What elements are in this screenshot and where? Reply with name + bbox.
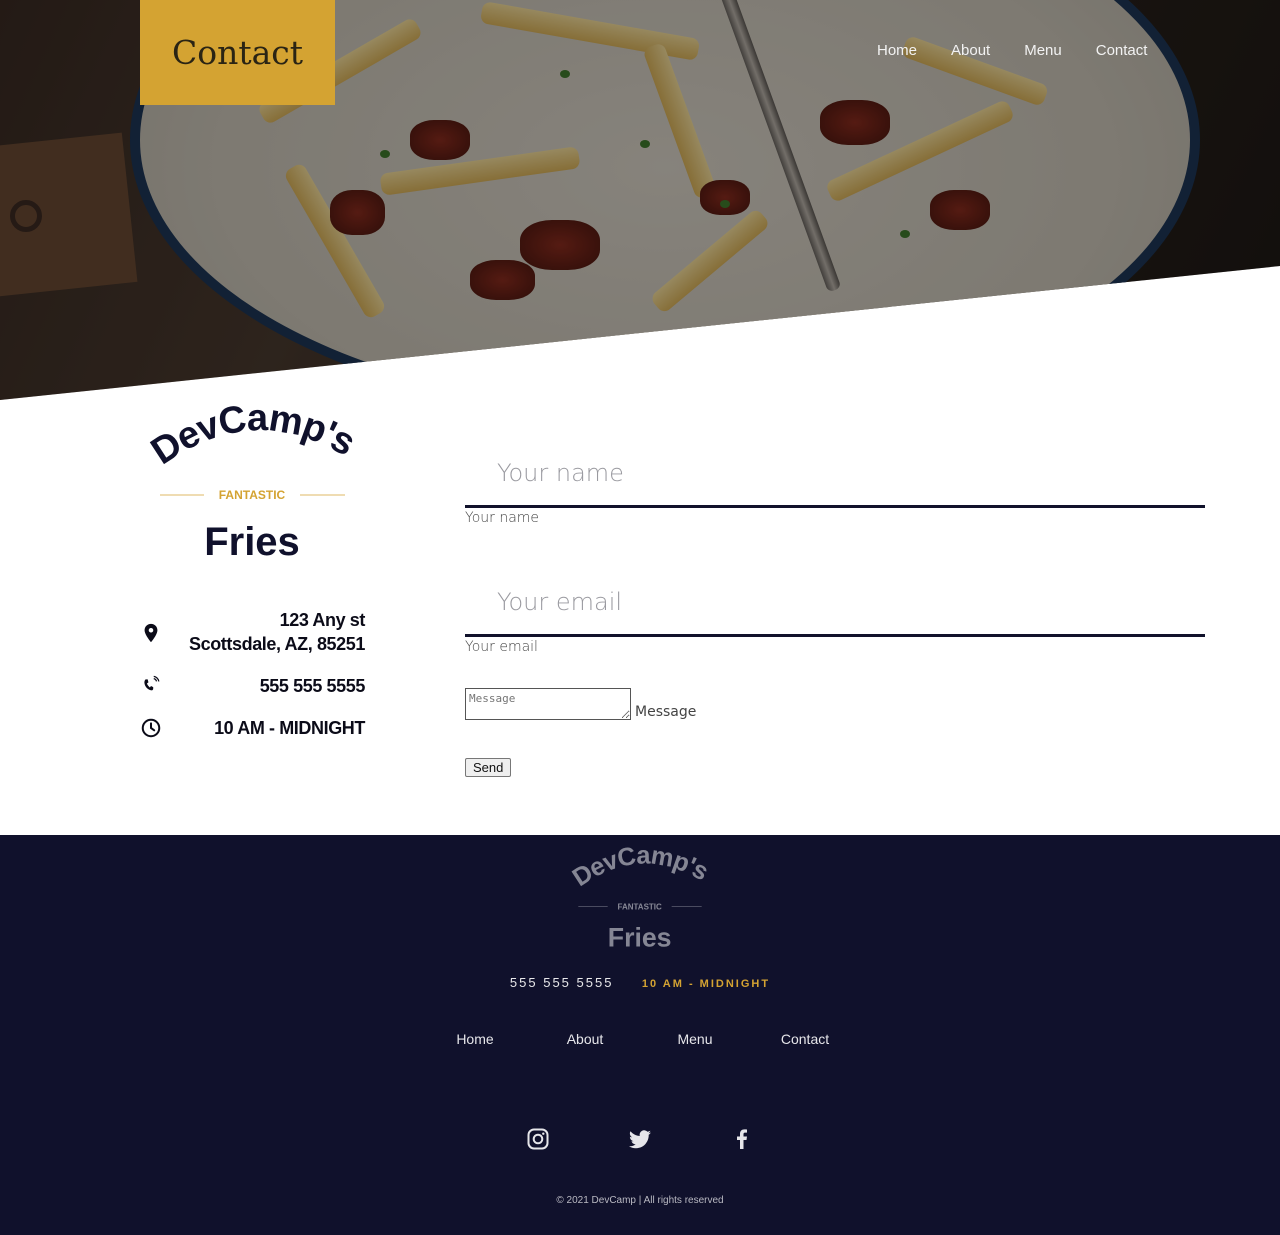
brand-logo: DevCamp's FANTASTIC Fries — [144, 400, 362, 564]
footer-nav-home[interactable]: Home — [420, 1031, 530, 1047]
hours-row: 10 AM - MIDNIGHT — [140, 716, 365, 740]
name-field-group: Your name — [465, 440, 1205, 526]
svg-text:DevCamp's: DevCamp's — [568, 841, 713, 892]
footer-contact: 555 555 5555 10 AM - MIDNIGHT — [0, 974, 1280, 992]
footer-logo: DevCamp's FANTASTIC Fries — [568, 841, 714, 953]
send-button[interactable]: Send — [465, 758, 512, 777]
svg-text:DevCamp's: DevCamp's — [144, 400, 361, 473]
footer-logo-name-top: DevCamp's — [568, 841, 714, 892]
copyright: © 2021 DevCamp | All rights reserved — [556, 1195, 724, 1206]
nav-about[interactable]: About — [934, 42, 1007, 59]
email-label: Your email — [465, 639, 538, 655]
nav-menu[interactable]: Menu — [1007, 42, 1079, 59]
footer-logo-name-bottom: Fries — [608, 923, 672, 953]
instagram-icon — [527, 1128, 549, 1150]
address-line1: 123 Any st — [279, 610, 366, 630]
footer-hours: 10 AM - MIDNIGHT — [641, 978, 771, 990]
message-field-group: Message — [465, 688, 696, 720]
contact-info: 123 Any st Scottsdale, AZ, 85251 555 555… — [140, 608, 365, 758]
clock-icon — [141, 718, 161, 738]
email-input[interactable] — [465, 569, 1205, 637]
footer-logo-tagline: FANTASTIC — [618, 902, 663, 911]
social-links — [0, 1127, 1280, 1151]
top-nav: Home About Menu Contact — [860, 42, 1164, 59]
instagram-link[interactable] — [526, 1127, 550, 1151]
footer-nav-about[interactable]: About — [530, 1031, 640, 1047]
message-label: Message — [635, 704, 697, 720]
map-pin-icon — [144, 623, 158, 643]
facebook-link[interactable] — [730, 1127, 754, 1151]
address-line2: Scottsdale, AZ, 85251 — [188, 634, 365, 654]
phone-row: 555 555 5555 — [140, 674, 365, 698]
footer-nav-menu[interactable]: Menu — [640, 1031, 750, 1047]
twitter-link[interactable] — [628, 1127, 652, 1151]
phone-icon — [144, 675, 160, 691]
page-title-badge: Contact — [140, 0, 335, 105]
footer: DevCamp's FANTASTIC Fries 555 555 5555 1… — [0, 835, 1280, 1235]
contact-form: Your name Your email Message Send — [465, 440, 1205, 777]
footer-nav-contact[interactable]: Contact — [750, 1031, 860, 1047]
address-row: 123 Any st Scottsdale, AZ, 85251 — [140, 608, 365, 656]
address-text: 123 Any st Scottsdale, AZ, 85251 — [189, 608, 365, 656]
email-field-group: Your email — [465, 569, 1205, 655]
logo-tagline: FANTASTIC — [219, 488, 286, 502]
name-input[interactable] — [465, 440, 1205, 508]
phone-text: 555 555 5555 — [259, 676, 366, 696]
nav-home[interactable]: Home — [860, 42, 934, 59]
logo-name-bottom: Fries — [204, 520, 300, 564]
twitter-icon — [629, 1130, 651, 1149]
message-textarea[interactable] — [465, 688, 631, 720]
name-label: Your name — [465, 510, 540, 526]
footer-nav: Home About Menu Contact — [0, 1031, 1280, 1047]
page-title: Contact — [171, 33, 304, 72]
nav-contact[interactable]: Contact — [1079, 42, 1165, 59]
facebook-icon — [737, 1129, 747, 1149]
logo-name-top: DevCamp's — [144, 400, 362, 473]
footer-phone: 555 555 5555 — [509, 975, 614, 990]
hours-text: 10 AM - MIDNIGHT — [214, 718, 365, 738]
